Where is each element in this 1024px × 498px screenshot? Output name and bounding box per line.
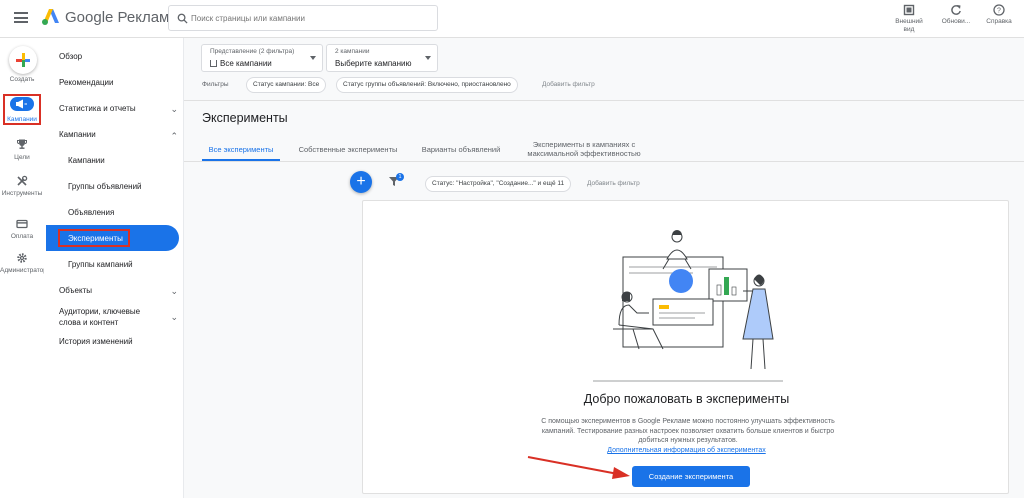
nav-item-audiences[interactable]: Аудитории, ключевые слова и контент ⌄ <box>59 306 178 328</box>
appearance-icon <box>903 4 915 16</box>
nav-assets-label: Объекты <box>59 286 92 295</box>
tab-pmax-experiments[interactable]: Эксперименты в кампаниях с максимальной … <box>518 140 650 158</box>
caret-down-icon <box>425 56 431 60</box>
refresh-label: Обнови... <box>941 18 971 25</box>
brand-name: Google Реклама <box>65 9 178 26</box>
chevron-down-icon: ⌄ <box>170 104 178 114</box>
nav-item-overview[interactable]: Обзор <box>59 52 193 61</box>
view-selector-label: Представление (2 фильтра) <box>210 48 295 55</box>
search-input[interactable] <box>191 9 431 27</box>
create-label: Создать <box>9 76 35 83</box>
learn-more-link[interactable]: Дополнительная информация об эксперимент… <box>363 447 1010 454</box>
search-box[interactable] <box>168 5 438 31</box>
divider <box>184 100 1024 101</box>
page-title: Эксперименты <box>202 111 288 125</box>
gear-icon <box>17 253 27 263</box>
filters-label: Фильтры <box>202 81 229 88</box>
filter-chip-adgroup-status[interactable]: Статус группы объявлений: Включено, прио… <box>336 77 518 93</box>
nav-campaign-groups-label: Группы кампаний <box>68 260 133 269</box>
svg-text:?: ? <box>997 8 1001 15</box>
filter-count-badge: 1 <box>396 173 404 181</box>
campaign-selector-value: Выберите кампанию <box>335 59 412 68</box>
view-selector[interactable]: Представление (2 фильтра) Все кампании <box>201 44 323 72</box>
goals-label: Цели <box>14 154 30 161</box>
appearance-button[interactable]: Внешний вид <box>892 4 926 34</box>
campaign-selector-label: 2 кампании <box>335 48 370 55</box>
caret-down-icon <box>310 56 316 60</box>
tab-ad-variants[interactable]: Варианты объявлений <box>416 145 506 154</box>
admin-label: Администратор <box>0 267 47 274</box>
nav-change-history-label: История изменений <box>59 337 133 346</box>
tab-all-experiments[interactable]: Все эксперименты <box>202 145 280 154</box>
nav-overview-label: Обзор <box>59 52 83 61</box>
nav-recommendations-label: Рекомендации <box>59 78 114 87</box>
nav-item-change-history[interactable]: История изменений <box>59 337 193 346</box>
empty-state-card: Добро пожаловать в эксперименты С помощь… <box>362 200 1009 494</box>
nav-experiments-label: Эксперименты <box>68 234 123 243</box>
nav-panel: Обзор Рекомендации Статистика и отчеты ⌄… <box>44 38 184 498</box>
megaphone-icon <box>16 99 27 109</box>
nav-item-campaigns[interactable]: Кампании <box>68 156 202 165</box>
google-ads-logo-icon <box>42 9 59 25</box>
add-experiment-button[interactable]: + <box>350 171 372 193</box>
nav-item-ads[interactable]: Объявления <box>68 208 202 217</box>
nav-audiences-label: Аудитории, ключевые слова и контент <box>59 307 141 327</box>
trophy-icon <box>17 139 27 149</box>
plus-icon-vertical <box>22 53 25 67</box>
nav-experiments-text[interactable]: Эксперименты <box>68 234 202 243</box>
top-bar: Google Реклама Внешний вид Обнови... <box>0 0 1024 38</box>
app-root: Google Реклама Внешний вид Обнови... <box>0 0 1024 498</box>
nav-ads-label: Объявления <box>68 208 115 217</box>
campaigns-label: Кампании <box>7 116 37 123</box>
nav-item-ad-groups[interactable]: Группы объявлений <box>68 182 202 191</box>
rail-item-admin[interactable]: Администратор <box>0 252 47 274</box>
appearance-label: Внешний вид <box>895 18 923 33</box>
experiments-illustration <box>593 230 783 382</box>
nav-item-campaigns-group[interactable]: Кампании ⌃ <box>59 130 178 141</box>
create-button[interactable] <box>9 46 37 74</box>
rail-item-campaigns[interactable] <box>10 97 34 111</box>
chevron-up-icon: ⌃ <box>170 131 178 141</box>
nav-ad-groups-label: Группы объявлений <box>68 182 142 191</box>
nav-campaigns-label: Кампании <box>68 156 105 165</box>
rail-item-tools[interactable]: Инструменты <box>0 175 44 197</box>
main-content: Представление (2 фильтра) Все кампании 2… <box>184 38 1024 498</box>
filter-chip-status[interactable]: Статус: "Настройка", "Создание..." и ещё… <box>425 176 572 192</box>
menu-icon[interactable] <box>14 12 28 23</box>
billing-label: Оплата <box>10 233 34 240</box>
nav-item-stats[interactable]: Статистика и отчеты ⌄ <box>59 104 178 114</box>
nav-item-campaign-groups[interactable]: Группы кампаний <box>68 260 202 269</box>
help-button[interactable]: ? Справка <box>982 4 1016 26</box>
rail-item-goals[interactable]: Цели <box>0 138 44 161</box>
empty-state-title: Добро пожаловать в эксперименты <box>583 392 790 406</box>
campaign-selector[interactable]: 2 кампании Выберите кампанию <box>326 44 438 72</box>
help-icon: ? <box>993 4 1005 16</box>
left-rail: Создать Кампании Цели Инструменты Оплата… <box>0 38 47 498</box>
tab-custom-experiments[interactable]: Собственные эксперименты <box>292 145 404 154</box>
tools-label: Инструменты <box>1 190 43 197</box>
tools-icon <box>17 175 28 186</box>
rail-item-billing[interactable]: Оплата <box>0 218 44 240</box>
view-selector-value: Все кампании <box>210 59 272 68</box>
create-experiment-button[interactable]: Создание эксперимента <box>632 466 750 487</box>
chevron-down-icon: ⌄ <box>170 286 178 296</box>
annotation-arrow-icon <box>527 456 630 479</box>
help-label: Справка <box>986 18 1012 25</box>
chevron-down-icon: ⌄ <box>170 312 178 322</box>
view-selector-value-text: Все кампании <box>220 59 272 68</box>
credit-card-icon <box>16 219 28 229</box>
empty-state-description: С помощью экспериментов в Google Рекламе… <box>541 418 835 444</box>
filter-chip-campaign-status[interactable]: Статус кампании: Все <box>246 77 327 93</box>
refresh-icon <box>951 5 961 15</box>
nav-stats-label: Статистика и отчеты <box>59 104 136 113</box>
tabs-divider <box>184 161 1024 162</box>
home-icon <box>210 60 217 67</box>
nav-item-recommendations[interactable]: Рекомендации <box>59 78 193 87</box>
search-icon <box>177 13 188 24</box>
add-filter-link[interactable]: Добавить фильтр <box>542 81 595 88</box>
add-filter-link-2[interactable]: Добавить фильтр <box>587 180 640 187</box>
nav-item-assets[interactable]: Объекты ⌄ <box>59 286 178 296</box>
nav-campaigns-group-label: Кампании <box>59 130 96 139</box>
refresh-button[interactable]: Обнови... <box>939 4 973 26</box>
